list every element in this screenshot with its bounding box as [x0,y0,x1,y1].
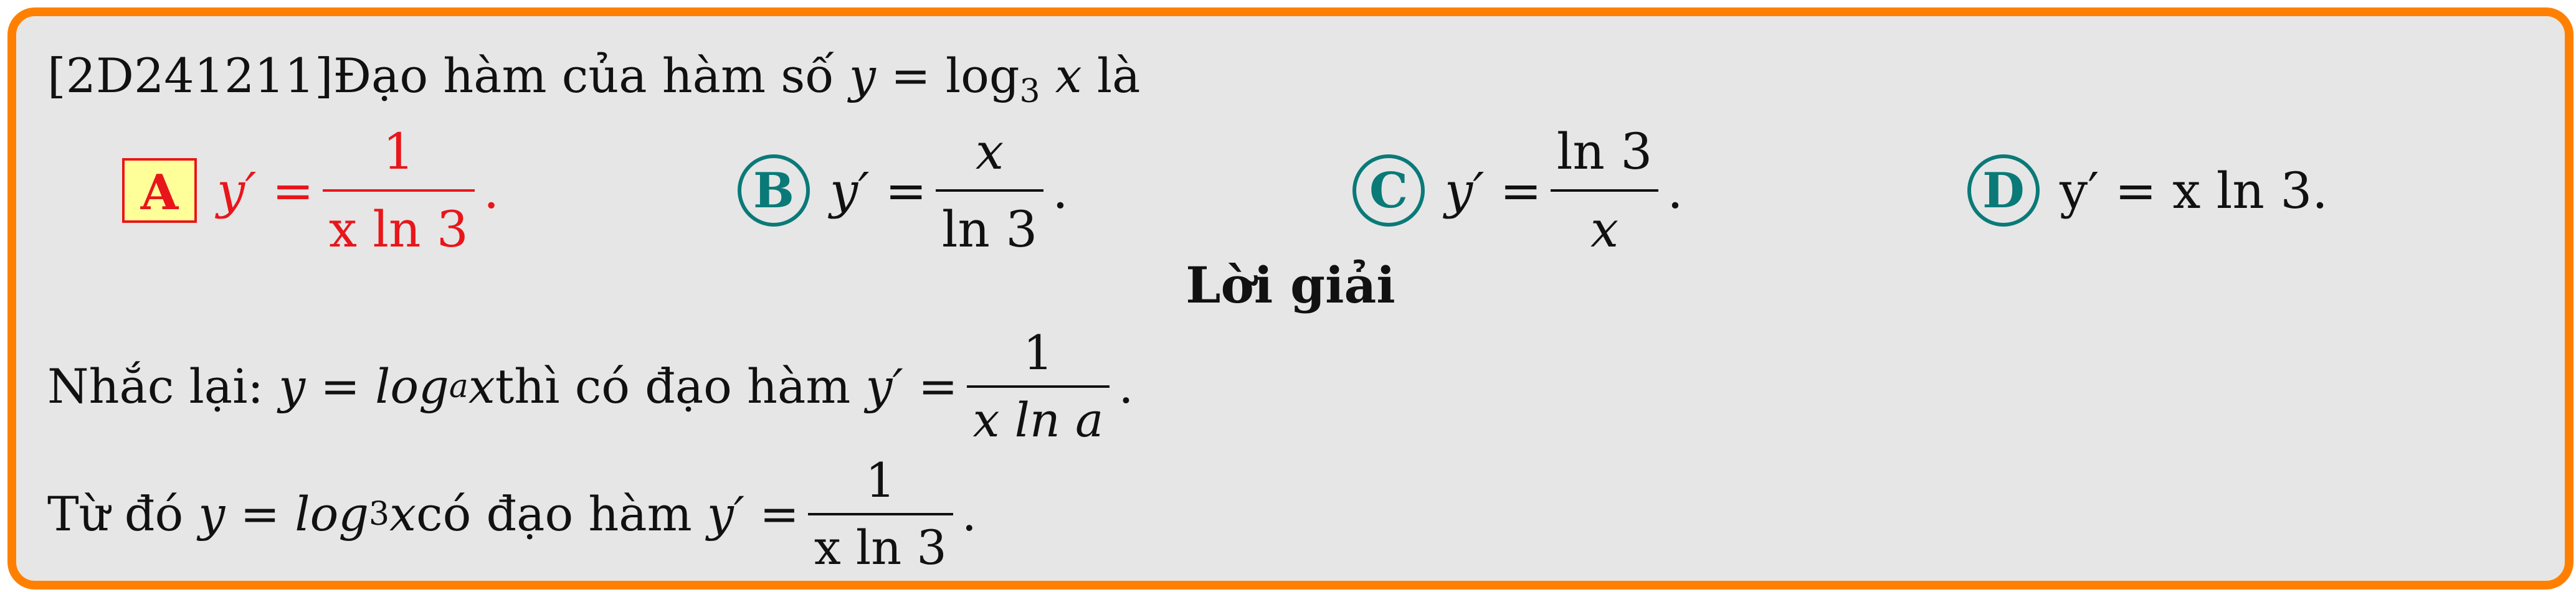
solution-1-text-b: thì có đạo hàm [495,359,851,414]
question-suffix: là [1081,48,1141,103]
question-card: [2D241211]Đạo hàm của hàm số y = log3 x … [7,7,2574,590]
option-a-fraction: 1 x ln 3 [322,123,475,258]
solution-2-fraction: 1 x ln 3 [807,453,953,571]
option-d[interactable]: D y′ = x ln 3. [1967,110,2328,271]
solution-1-x: x [468,359,495,414]
solution-1-deriv: y′ = [865,359,958,414]
solution-1-base: a [449,368,468,405]
option-c-fraction: ln 3 x [1550,123,1659,258]
option-b-denominator: ln 3 [935,189,1044,258]
question-func-base: 3 [1019,73,1040,110]
option-d-text: y′ = x ln 3. [2060,161,2328,220]
solution-1-fraction: 1 x ln a [966,325,1110,444]
question-func-x: x [1040,48,1082,103]
option-c-lhs: y′ = [1445,161,1542,220]
solution-2-deriv: y′ = [706,486,799,542]
option-b-lhs: y′ = [830,161,927,220]
solution-title: Lời giải [1186,256,1395,314]
option-a-tail: . [483,161,500,220]
question-prefix: [2D241211]Đạo hàm của hàm số [47,48,849,103]
option-c-tail: . [1667,161,1683,220]
solution-line-1: Nhắc lại: y = log a x thì có đạo hàm y′ =… [47,312,1134,461]
solution-2-denominator: x ln 3 [807,513,953,571]
solution-2-numerator: 1 [865,453,896,508]
solution-2-base: 3 [369,496,390,533]
option-a[interactable]: A y′ = 1 x ln 3 . [122,110,499,271]
solution-2-x: x [389,486,416,542]
question-func-eq: = log [875,48,1020,103]
option-b[interactable]: B y′ = x ln 3 . [738,110,1068,271]
option-b-numerator: x [975,123,1004,181]
option-a-numerator: 1 [383,123,415,181]
solution-1-tail: . [1118,359,1134,414]
solution-2-y-eq: y = log [198,486,369,542]
solution-1-denominator: x ln a [966,385,1110,444]
option-c[interactable]: C y′ = ln 3 x . [1352,110,1683,271]
option-b-fraction: x ln 3 [935,123,1044,258]
solution-2-tail: . [961,486,977,542]
solution-1-numerator: 1 [1023,325,1053,380]
solution-line-2: Từ đó y = log 3 x có đạo hàm y′ = 1 x ln … [47,439,977,589]
option-c-denominator: x [1550,189,1659,258]
option-b-tail: . [1052,161,1068,220]
question-func-y: y [848,48,876,103]
solution-2-text-b: có đạo hàm [416,486,692,542]
option-c-numerator: ln 3 [1556,123,1653,181]
solution-2-text-a: Từ đó [47,486,184,542]
question-text: [2D241211]Đạo hàm của hàm số y = log3 x … [47,52,1140,108]
option-a-marker: A [122,158,197,223]
option-d-marker: D [1967,154,2040,227]
option-a-lhs: y′ = [217,161,314,220]
solution-1-text-a: Nhắc lại: [47,359,264,414]
option-c-marker: C [1352,154,1425,227]
option-a-denominator: x ln 3 [322,189,475,258]
option-b-marker: B [738,154,810,227]
solution-1-y-eq: y = log [278,359,449,414]
